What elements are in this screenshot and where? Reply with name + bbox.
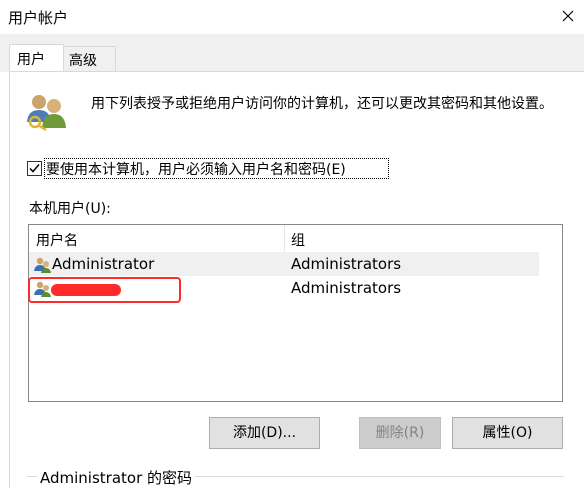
title-bar: 用户帐户 (0, 0, 584, 34)
checkmark-icon (29, 164, 40, 173)
password-section-label: Administrator 的密码 (37, 467, 196, 488)
properties-button[interactable]: 属性(O) (452, 417, 563, 449)
require-password-label: 要使用本计算机，用户必须输入用户名和密码(E) (46, 162, 346, 178)
list-header: 用户名 组 (29, 225, 539, 253)
local-users-label: 本机用户(U): (29, 201, 111, 217)
column-header-username[interactable]: 用户名 (36, 230, 78, 250)
tab-advanced[interactable]: 高级 (64, 46, 116, 72)
column-header-group[interactable]: 组 (291, 230, 305, 250)
tab-strip: 用户 高级 (0, 34, 584, 74)
annotation-highlight-box (28, 277, 181, 303)
window-title: 用户帐户 (8, 9, 69, 27)
tab-users[interactable]: 用户 (9, 44, 64, 74)
user-icon (34, 257, 51, 273)
close-icon (562, 10, 574, 22)
description-text: 用下列表授予或拒绝用户访问你的计算机，还可以更改其密码和其他设置。 (91, 96, 553, 112)
close-button[interactable] (552, 0, 584, 34)
users-icon (27, 95, 66, 132)
local-users-list[interactable]: 用户名 组 Administrator Administrators Admin… (28, 224, 563, 402)
row-group: Administrators (291, 279, 402, 297)
row-group: Administrators (291, 255, 402, 273)
table-row[interactable]: Administrator Administrators (29, 252, 539, 276)
delete-user-button[interactable]: 删除(R) (359, 417, 441, 449)
column-divider[interactable] (284, 225, 285, 252)
row-username: Administrator (52, 255, 155, 273)
add-user-button[interactable]: 添加(D)... (209, 417, 320, 449)
require-password-checkbox[interactable] (27, 161, 42, 176)
